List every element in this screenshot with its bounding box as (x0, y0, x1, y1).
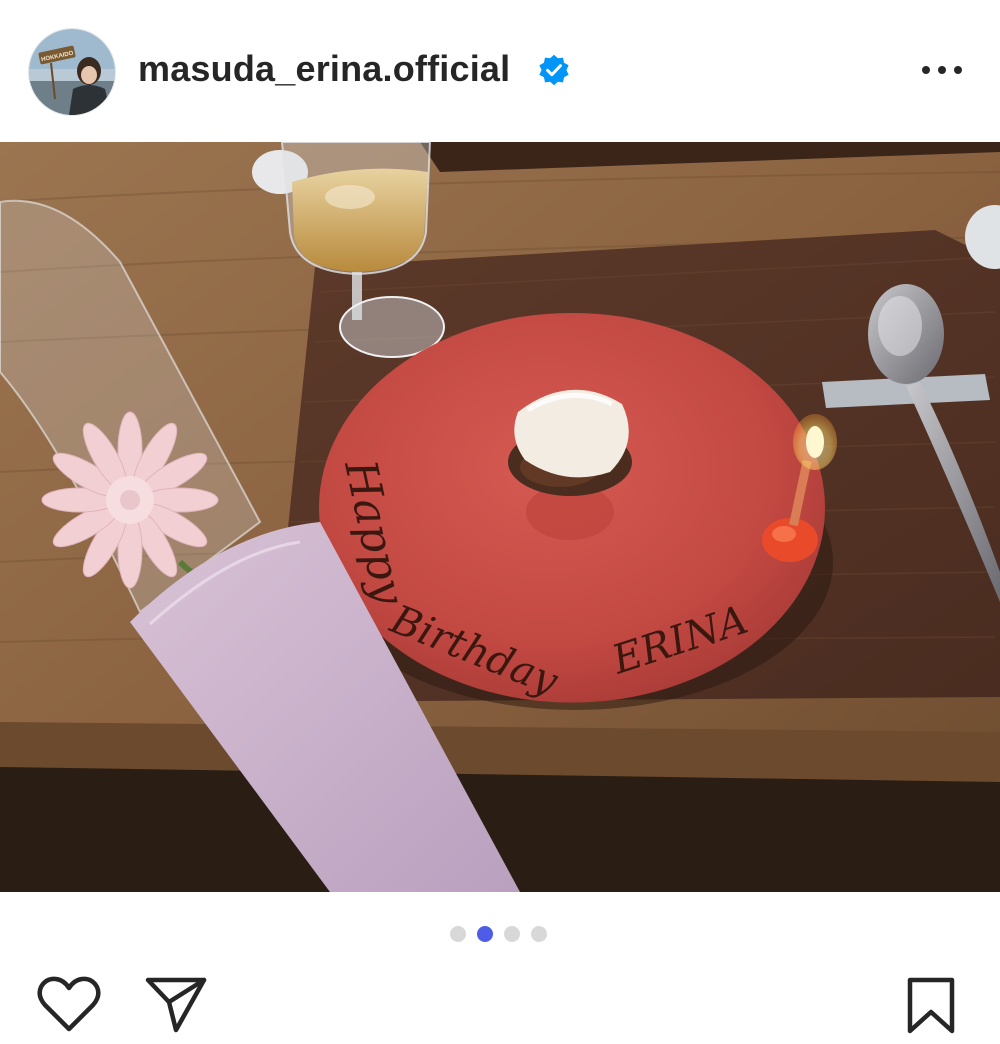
avatar[interactable]: HOKKAIDO (28, 28, 116, 116)
carousel-dot-4[interactable] (531, 926, 547, 942)
paper-plane-icon[interactable] (144, 974, 210, 1036)
post-photo[interactable]: Happy Birthday ERINA (0, 142, 1000, 892)
avatar-image: HOKKAIDO (29, 29, 115, 115)
verified-badge-icon (539, 54, 569, 86)
more-options-icon[interactable] (914, 50, 970, 90)
post-header: HOKKAIDO masuda_erina.official (0, 0, 1000, 142)
carousel-dot-1[interactable] (450, 926, 466, 942)
carousel-dot-3[interactable] (504, 926, 520, 942)
bookmark-icon[interactable] (902, 976, 960, 1036)
username[interactable]: masuda_erina.official (138, 48, 510, 90)
carousel-indicator (450, 925, 550, 943)
heart-icon[interactable] (36, 975, 102, 1035)
birthday-dessert-photo: Happy Birthday ERINA (0, 142, 1000, 892)
carousel-dot-2-active[interactable] (477, 926, 493, 942)
